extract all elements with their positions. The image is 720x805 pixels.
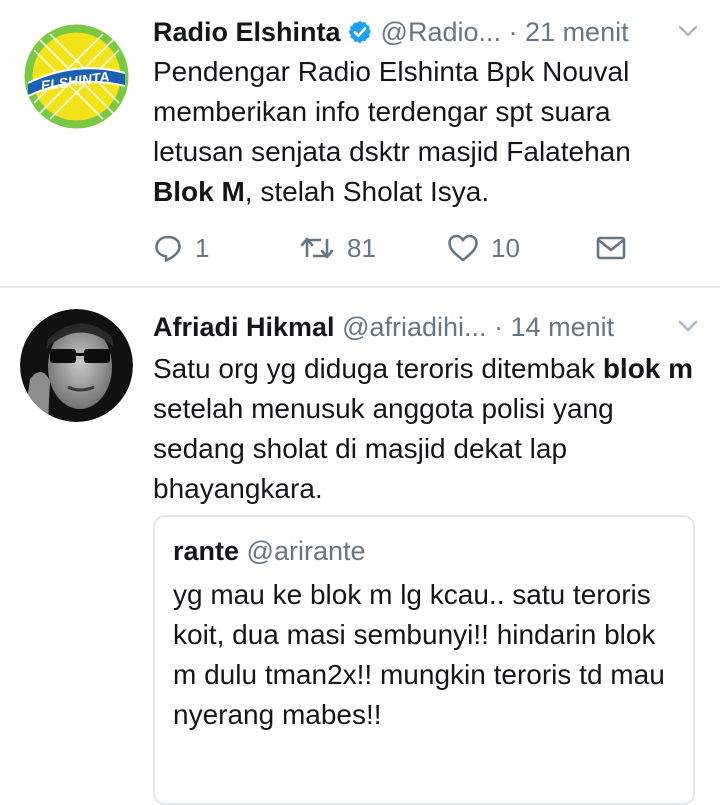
tweet[interactable]: ELSHINTA Radio Elshinta @Radio... · 21 m… (0, 0, 720, 287)
direct-message-button[interactable] (595, 228, 627, 268)
timestamp[interactable]: 21 menit (525, 17, 629, 47)
verified-badge-icon (348, 20, 371, 44)
profile-photo (20, 309, 133, 422)
retweet-icon (300, 237, 334, 258)
like-icon (448, 234, 478, 261)
tweet-text-part: , stelah Sholat Isya. (244, 176, 490, 207)
author-handle[interactable]: @afriadihi... (342, 312, 486, 342)
like-count: 10 (491, 233, 520, 263)
elshinta-logo: ELSHINTA (20, 20, 133, 133)
quoted-author-name: rante (173, 536, 240, 566)
quoted-tweet[interactable]: rante @arirante yg mau ke blok m lg kcau… (153, 515, 695, 805)
tweet-text: Pendengar Radio Elshinta Bpk Nouval memb… (153, 52, 696, 212)
tweet-text-part: Satu org yg diduga teroris ditembak (153, 353, 603, 384)
chevron-down-icon[interactable] (678, 24, 698, 38)
tweet-text-highlight: Blok M (153, 176, 245, 207)
author-name[interactable]: Afriadi Hikmal (153, 312, 335, 342)
tweet-text-highlight: blok m (602, 353, 694, 384)
reply-button[interactable]: 1 (153, 228, 209, 268)
chevron-down-icon[interactable] (678, 319, 698, 333)
tweet[interactable]: Afriadi Hikmal @afriadihi... · 14 menit … (0, 287, 720, 805)
avatar[interactable]: ELSHINTA (20, 20, 133, 133)
retweet-button[interactable]: 81 (299, 228, 376, 268)
retweet-count: 81 (347, 233, 376, 263)
time-separator: · (494, 312, 504, 342)
reply-count: 1 (195, 233, 210, 263)
tweet-header: Radio Elshinta @Radio... · 21 menit (153, 12, 700, 52)
reply-icon (155, 235, 181, 262)
time-separator: · (508, 17, 518, 47)
avatar[interactable] (20, 309, 133, 422)
author-handle[interactable]: @Radio... (381, 17, 501, 47)
author-name[interactable]: Radio Elshinta (153, 17, 341, 47)
quoted-tweet-header: rante @arirante (173, 531, 366, 571)
tweet-header: Afriadi Hikmal @afriadihi... · 14 menit (153, 307, 700, 347)
direct-message-icon (596, 236, 626, 259)
like-button[interactable]: 10 (447, 228, 520, 268)
quoted-author-handle: @arirante (246, 536, 366, 566)
tweet-actions: 1 81 10 (153, 228, 653, 268)
timestamp[interactable]: 14 menit (511, 312, 615, 342)
quoted-tweet-text: yg mau ke blok m lg kcau.. satu teroris … (173, 579, 665, 730)
tweet-text: Satu org yg diduga teroris ditembak blok… (153, 349, 696, 509)
tweet-text-part: setelah menusuk anggota polisi yang seda… (153, 393, 614, 504)
tweet-text-part: Pendengar Radio Elshinta Bpk Nouval memb… (153, 56, 631, 167)
